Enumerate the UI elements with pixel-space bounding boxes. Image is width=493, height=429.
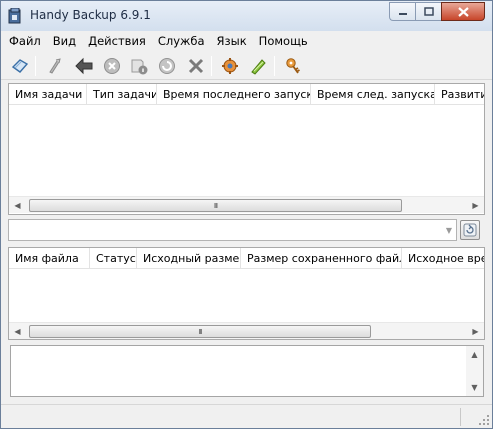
toolbar bbox=[1, 52, 492, 80]
log-text-area[interactable]: ▲ ▼ bbox=[10, 345, 484, 397]
scroll-left-icon[interactable]: ◀ bbox=[9, 197, 26, 214]
maximize-button[interactable] bbox=[415, 2, 441, 21]
app-icon bbox=[8, 8, 21, 24]
column-header-file-name[interactable]: Имя файла bbox=[9, 248, 90, 269]
tools-button[interactable] bbox=[185, 55, 207, 77]
scroll-thumb[interactable]: III bbox=[29, 199, 402, 212]
column-header-original-size[interactable]: Исходный размер bbox=[137, 248, 241, 269]
settings-gear-icon bbox=[222, 58, 238, 74]
stop-icon bbox=[104, 58, 120, 74]
back-arrow-icon bbox=[75, 57, 93, 75]
menu-help[interactable]: Помощь bbox=[253, 34, 314, 48]
column-header-next-run[interactable]: Время след. запуска bbox=[311, 84, 435, 105]
menu-language[interactable]: Язык bbox=[211, 34, 253, 48]
settings-button[interactable] bbox=[219, 55, 241, 77]
scroll-left-icon[interactable]: ◀ bbox=[9, 323, 26, 340]
files-table-header: Имя файла Статус Исходный размер Размер … bbox=[9, 248, 484, 269]
task-combo-box[interactable]: ▼ bbox=[8, 219, 457, 241]
column-header-original-time[interactable]: Исходное врем bbox=[402, 248, 484, 269]
tasks-horizontal-scrollbar[interactable]: ◀ III ▶ bbox=[9, 196, 484, 213]
column-header-task-name[interactable]: Имя задачи bbox=[9, 84, 87, 105]
menu-service[interactable]: Служба bbox=[152, 34, 211, 48]
scroll-thumb[interactable]: III bbox=[29, 325, 371, 338]
chevron-down-icon[interactable]: ▼ bbox=[446, 226, 452, 235]
tasks-table[interactable]: Имя задачи Тип задачи Время последнего з… bbox=[8, 83, 485, 215]
menu-file[interactable]: Файл bbox=[3, 34, 47, 48]
title-bar[interactable]: Handy Backup 6.9.1 bbox=[1, 1, 492, 31]
log-vertical-scrollbar[interactable]: ▲ ▼ bbox=[466, 346, 483, 396]
new-task-icon bbox=[11, 59, 29, 73]
grip-icon: III bbox=[198, 327, 202, 336]
column-header-task-type[interactable]: Тип задачи bbox=[87, 84, 157, 105]
column-header-development[interactable]: Развити bbox=[435, 84, 484, 105]
tools-icon bbox=[188, 58, 204, 74]
stop-button[interactable] bbox=[101, 55, 123, 77]
column-header-status[interactable]: Статус bbox=[90, 248, 137, 269]
key-icon bbox=[286, 58, 300, 74]
edit-button[interactable] bbox=[43, 55, 65, 77]
app-window: Handy Backup 6.9.1 Файл Вид Действия Слу… bbox=[0, 0, 493, 429]
new-task-button[interactable] bbox=[9, 55, 31, 77]
menu-actions[interactable]: Действия bbox=[82, 34, 152, 48]
refresh-button[interactable] bbox=[460, 220, 480, 240]
resize-grip-icon[interactable] bbox=[478, 414, 490, 426]
scroll-right-icon[interactable]: ▶ bbox=[467, 323, 484, 340]
task-info-icon bbox=[131, 59, 148, 75]
close-icon bbox=[457, 6, 469, 17]
window-title: Handy Backup 6.9.1 bbox=[30, 8, 151, 22]
scroll-up-icon[interactable]: ▲ bbox=[466, 346, 483, 363]
minimize-button[interactable] bbox=[389, 2, 415, 21]
scroll-down-icon[interactable]: ▼ bbox=[466, 379, 483, 396]
status-bar bbox=[1, 404, 492, 428]
close-button[interactable] bbox=[441, 2, 485, 21]
restore-icon bbox=[159, 58, 175, 74]
files-table[interactable]: Имя файла Статус Исходный размер Размер … bbox=[8, 247, 485, 340]
maximize-icon bbox=[423, 7, 434, 16]
task-info-button[interactable] bbox=[128, 55, 150, 77]
run-icon bbox=[251, 59, 266, 75]
menu-bar: Файл Вид Действия Служба Язык Помощь bbox=[1, 31, 492, 51]
restore-button[interactable] bbox=[156, 55, 178, 77]
minimize-icon bbox=[398, 12, 407, 15]
column-header-last-run[interactable]: Время последнего запуска bbox=[157, 84, 311, 105]
menu-view[interactable]: Вид bbox=[47, 34, 82, 48]
back-button[interactable] bbox=[73, 55, 95, 77]
refresh-icon bbox=[463, 223, 477, 237]
run-button[interactable] bbox=[247, 55, 269, 77]
tasks-table-header: Имя задачи Тип задачи Время последнего з… bbox=[9, 84, 484, 105]
files-horizontal-scrollbar[interactable]: ◀ III ▶ bbox=[9, 322, 484, 339]
grip-icon: III bbox=[213, 201, 218, 210]
column-header-saved-size[interactable]: Размер сохраненного файла bbox=[241, 248, 402, 269]
scroll-right-icon[interactable]: ▶ bbox=[467, 197, 484, 214]
edit-icon bbox=[49, 58, 61, 74]
license-key-button[interactable] bbox=[282, 55, 304, 77]
